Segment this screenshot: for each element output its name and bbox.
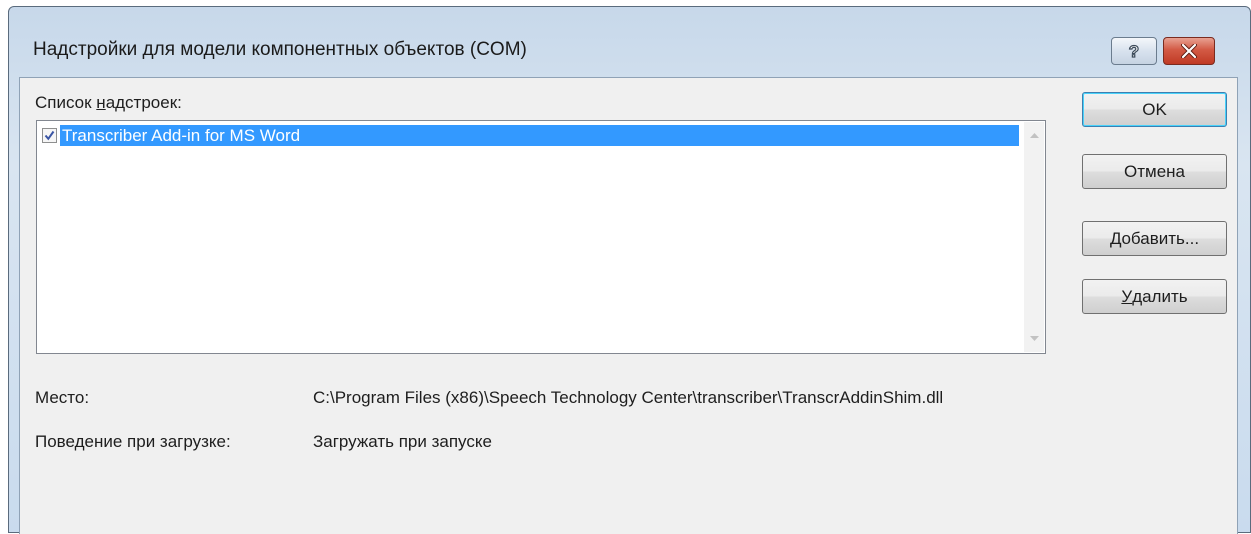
add-button[interactable]: Добавить...: [1082, 221, 1227, 256]
remove-button[interactable]: Удалить: [1082, 279, 1227, 314]
svg-text:?: ?: [1129, 42, 1139, 60]
cancel-button[interactable]: Отмена: [1082, 154, 1227, 189]
question-icon: ?: [1128, 42, 1140, 60]
ok-button[interactable]: OK: [1082, 92, 1227, 127]
close-icon: [1181, 44, 1197, 58]
dialog-title: Надстройки для модели компонентных объек…: [33, 39, 527, 60]
close-button[interactable]: [1163, 37, 1215, 65]
location-value: C:\Program Files (x86)\Speech Technology…: [313, 388, 944, 407]
list-scrollbar[interactable]: [1024, 122, 1044, 352]
addins-list-label: Список надстроек:: [35, 93, 182, 112]
addin-checkbox[interactable]: [42, 127, 57, 143]
title-bar[interactable]: Надстройки для модели компонентных объек…: [9, 7, 1250, 77]
scroll-up-button[interactable]: [1024, 125, 1044, 145]
load-behavior-value: Загружать при запуске: [313, 432, 492, 451]
com-addins-dialog: Надстройки для модели компонентных объек…: [8, 6, 1251, 534]
dialog-body: Список надстроек: Transcriber Add-in for…: [19, 77, 1238, 534]
addins-list[interactable]: Transcriber Add-in for MS Word: [36, 120, 1046, 354]
arrow-down-icon: [1029, 336, 1039, 341]
arrow-up-icon: [1029, 133, 1039, 138]
location-label: Место:: [35, 388, 90, 407]
load-behavior-label: Поведение при загрузке:: [35, 432, 231, 451]
help-button[interactable]: ?: [1111, 37, 1157, 65]
list-item[interactable]: Transcriber Add-in for MS Word: [39, 124, 1019, 146]
checkmark-icon: [44, 130, 55, 140]
scroll-down-button[interactable]: [1024, 329, 1044, 349]
addin-name: Transcriber Add-in for MS Word: [60, 124, 1019, 146]
